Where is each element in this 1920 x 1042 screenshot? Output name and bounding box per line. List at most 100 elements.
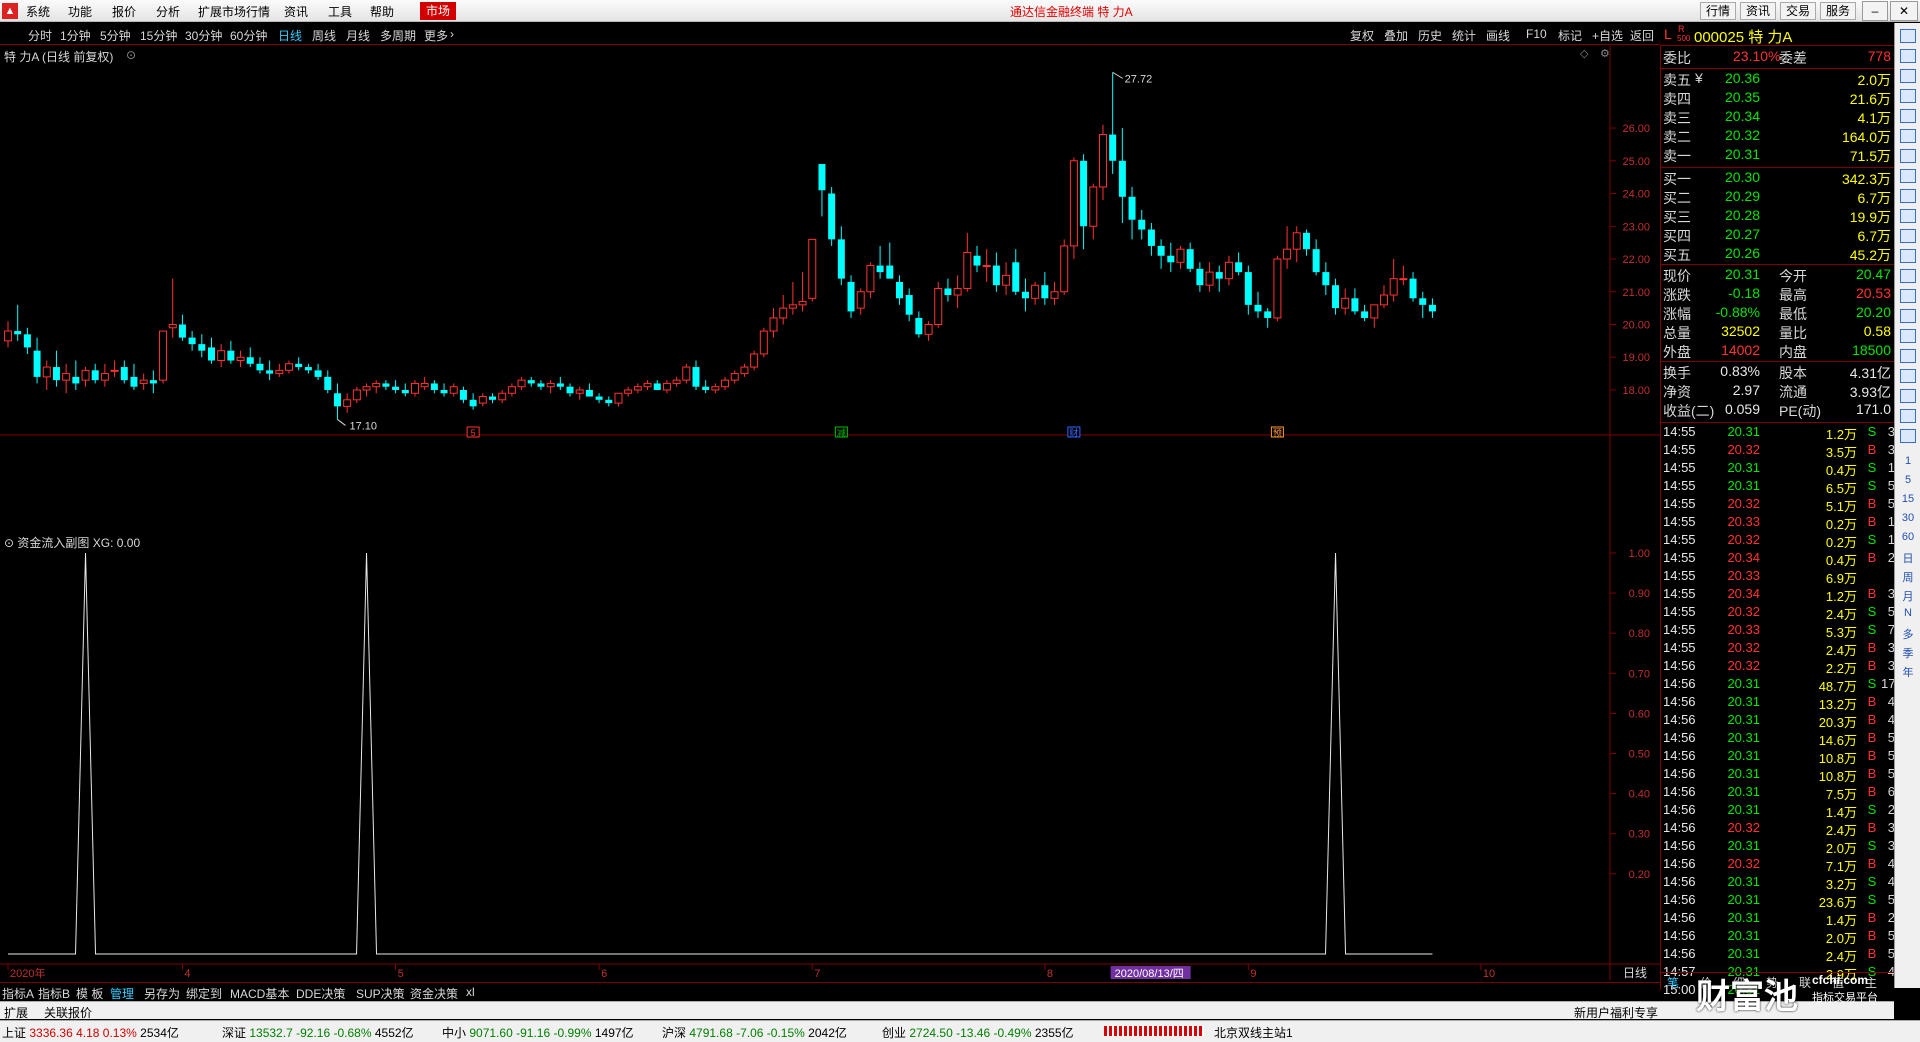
sub-chart-toggle-icon[interactable]: ⊙	[4, 536, 17, 550]
side-period-label[interactable]: 30	[1895, 512, 1920, 524]
kline-chart-area[interactable]: 26.00 25.00 24.00 23.00 22.00 21.00 20.00 19.00…	[0, 46, 1660, 980]
bid-row[interactable]: 买四 20.27 6.7万	[1661, 226, 1895, 245]
index-quote[interactable]: 创业 2724.50 -13.46 -0.49% 2355亿	[882, 1024, 1074, 1041]
tick-row[interactable]: 14:56 20.31 1.4万 S 2	[1661, 802, 1895, 820]
tick-row[interactable]: 14:55 20.33 5.3万 S 7	[1661, 622, 1895, 640]
indicator-tab[interactable]: 绑定到	[186, 985, 222, 1002]
lines-icon[interactable]	[1900, 249, 1916, 263]
side-period-label[interactable]: 60	[1895, 531, 1920, 543]
tick-row[interactable]: 14:55 20.32 0.2万 S 1	[1661, 532, 1895, 550]
period-monthly[interactable]: 月线	[346, 27, 370, 44]
tick-row[interactable]: 14:55 20.31 0.4万 S 1	[1661, 460, 1895, 478]
period-1min[interactable]: 1分钟	[60, 27, 91, 44]
bid-row[interactable]: 买一 20.30 342.3万	[1661, 169, 1895, 188]
index-quote[interactable]: 沪深 4791.68 -7.06 -0.15% 2042亿	[662, 1024, 847, 1041]
tick-row[interactable]: 14:56 20.31 2.0万 B 5	[1661, 928, 1895, 946]
gear-icon[interactable]	[1900, 409, 1916, 423]
menu-quote[interactable]: 报价	[112, 3, 136, 20]
rsi-icon[interactable]	[1900, 309, 1916, 323]
sync-icon[interactable]	[1900, 369, 1916, 383]
tool-overlay[interactable]: 叠加	[1384, 27, 1408, 44]
cube-icon[interactable]	[1900, 169, 1916, 183]
indicator-tab[interactable]: xl	[466, 985, 475, 999]
minimize-icon[interactable]: –	[1862, 1, 1888, 21]
tool-f10[interactable]: F10	[1526, 27, 1547, 41]
menu-tools[interactable]: 工具	[328, 3, 352, 20]
tick-row[interactable]: 14:56 20.31 14.6万 B 5	[1661, 730, 1895, 748]
chevron-down-icon[interactable]: ⊙	[126, 48, 136, 62]
indicator-tab[interactable]: MACD基本	[230, 985, 289, 1002]
tool-stats[interactable]: 统计	[1452, 27, 1476, 44]
indicator-tab[interactable]: 资金决策	[410, 985, 458, 1002]
tick-row[interactable]: 14:56 20.31 10.8万 B 5	[1661, 748, 1895, 766]
indicator-tab[interactable]: DDE决策	[296, 985, 345, 1002]
tool-adjust[interactable]: 复权	[1350, 27, 1374, 44]
tick-row[interactable]: 14:56 20.31 13.2万 B 4	[1661, 694, 1895, 712]
indicator-tab[interactable]: SUP决策	[356, 985, 405, 1002]
window-icon[interactable]	[1900, 129, 1916, 143]
tick-row[interactable]: 14:56 20.32 7.1万 B 4	[1661, 856, 1895, 874]
ask-row[interactable]: 卖五 ¥20.36 2.0万	[1661, 70, 1895, 89]
tick-row[interactable]: 14:56 20.32 2.4万 B 3	[1661, 820, 1895, 838]
period-30min[interactable]: 30分钟	[185, 27, 222, 44]
tick-row[interactable]: 14:55 20.33 6.9万	[1661, 568, 1895, 586]
tool-back[interactable]: 返回	[1630, 27, 1654, 44]
indicator-tab[interactable]: 另存为	[144, 985, 180, 1002]
ask-row[interactable]: 卖一 20.31 71.5万	[1661, 146, 1895, 165]
tick-row[interactable]: 14:55 20.33 0.2万 B 1	[1661, 514, 1895, 532]
ask-row[interactable]: 卖四 20.35 21.6万	[1661, 89, 1895, 108]
side-period-label[interactable]: 15	[1895, 493, 1920, 505]
tool-add-favorite[interactable]: +自选	[1592, 27, 1623, 44]
side-period-label[interactable]: 年	[1895, 664, 1920, 680]
period-more[interactable]: 更多	[424, 27, 448, 44]
chevron-right-icon[interactable]: ›	[450, 27, 454, 41]
tool-mark[interactable]: 标记	[1558, 27, 1582, 44]
new-user-benefit-link[interactable]: 新用户福利专享	[1574, 1004, 1658, 1021]
tick-row[interactable]: 14:55 20.32 3.5万 B 3	[1661, 442, 1895, 460]
grid-icon[interactable]	[1900, 29, 1916, 43]
chart-icon[interactable]	[1900, 69, 1916, 83]
tick-row[interactable]: 14:55 20.32 2.4万 S 5	[1661, 604, 1895, 622]
menu-function[interactable]: 功能	[68, 3, 92, 20]
index-quote[interactable]: 中小 9071.60 -91.16 -0.99% 1497亿	[442, 1024, 634, 1041]
indicator-tab[interactable]: 模 板	[76, 985, 103, 1002]
bid-row[interactable]: 买三 20.28 19.9万	[1661, 207, 1895, 226]
top-button-quote[interactable]: 行情	[1700, 2, 1737, 20]
ask-row[interactable]: 卖三 20.34 4.1万	[1661, 108, 1895, 127]
period-daily[interactable]: 日线	[278, 27, 302, 44]
top-button-service[interactable]: 服务	[1820, 2, 1857, 20]
period-15min[interactable]: 15分钟	[140, 27, 177, 44]
side-period-label[interactable]: 多	[1895, 626, 1920, 642]
period-60min[interactable]: 60分钟	[230, 27, 267, 44]
server-status[interactable]: 北京双线主站1	[1214, 1024, 1293, 1041]
menu-analysis[interactable]: 分析	[156, 3, 180, 20]
compass-icon[interactable]	[1900, 269, 1916, 283]
trend-icon[interactable]	[1900, 109, 1916, 123]
top-button-news[interactable]: 资讯	[1740, 2, 1777, 20]
period-intraday[interactable]: 分时	[28, 27, 52, 44]
tick-row[interactable]: 14:56 20.32 2.2万 B 3	[1661, 658, 1895, 676]
side-period-label[interactable]: 日	[1895, 550, 1920, 566]
bar-icon[interactable]	[1900, 89, 1916, 103]
tick-row[interactable]: 14:55 20.32 2.4万 B 3	[1661, 640, 1895, 658]
tick-row[interactable]: 14:56 20.31 2.0万 S 3	[1661, 838, 1895, 856]
indicator-tab[interactable]: 指标A	[2, 985, 34, 1002]
tick-row[interactable]: 14:56 20.31 23.6万 S 5	[1661, 892, 1895, 910]
settings-icon[interactable]: ⚙	[1600, 47, 1610, 60]
side-period-label[interactable]: N	[1895, 607, 1920, 619]
close-icon[interactable]: ✕	[1890, 1, 1918, 21]
layers-icon[interactable]	[1900, 209, 1916, 223]
menu-news[interactable]: 资讯	[284, 3, 308, 20]
index-quote[interactable]: 深证 13532.7 -92.16 -0.68% 4552亿	[222, 1024, 414, 1041]
menu-system[interactable]: 系统	[26, 3, 50, 20]
tick-row[interactable]: 14:56 20.31 7.5万 B 6	[1661, 784, 1895, 802]
tool-history[interactable]: 历史	[1418, 27, 1442, 44]
menu-help[interactable]: 帮助	[370, 3, 394, 20]
refresh-icon[interactable]	[1900, 349, 1916, 363]
period-5min[interactable]: 5分钟	[100, 27, 131, 44]
extension-button[interactable]: 扩展	[4, 1004, 28, 1021]
indicator-tab[interactable]: 指标B	[38, 985, 70, 1002]
top-button-trade[interactable]: 交易	[1780, 2, 1817, 20]
period-weekly[interactable]: 周线	[312, 27, 336, 44]
tick-row[interactable]: 14:55 20.31 1.2万 S 3	[1661, 424, 1895, 442]
